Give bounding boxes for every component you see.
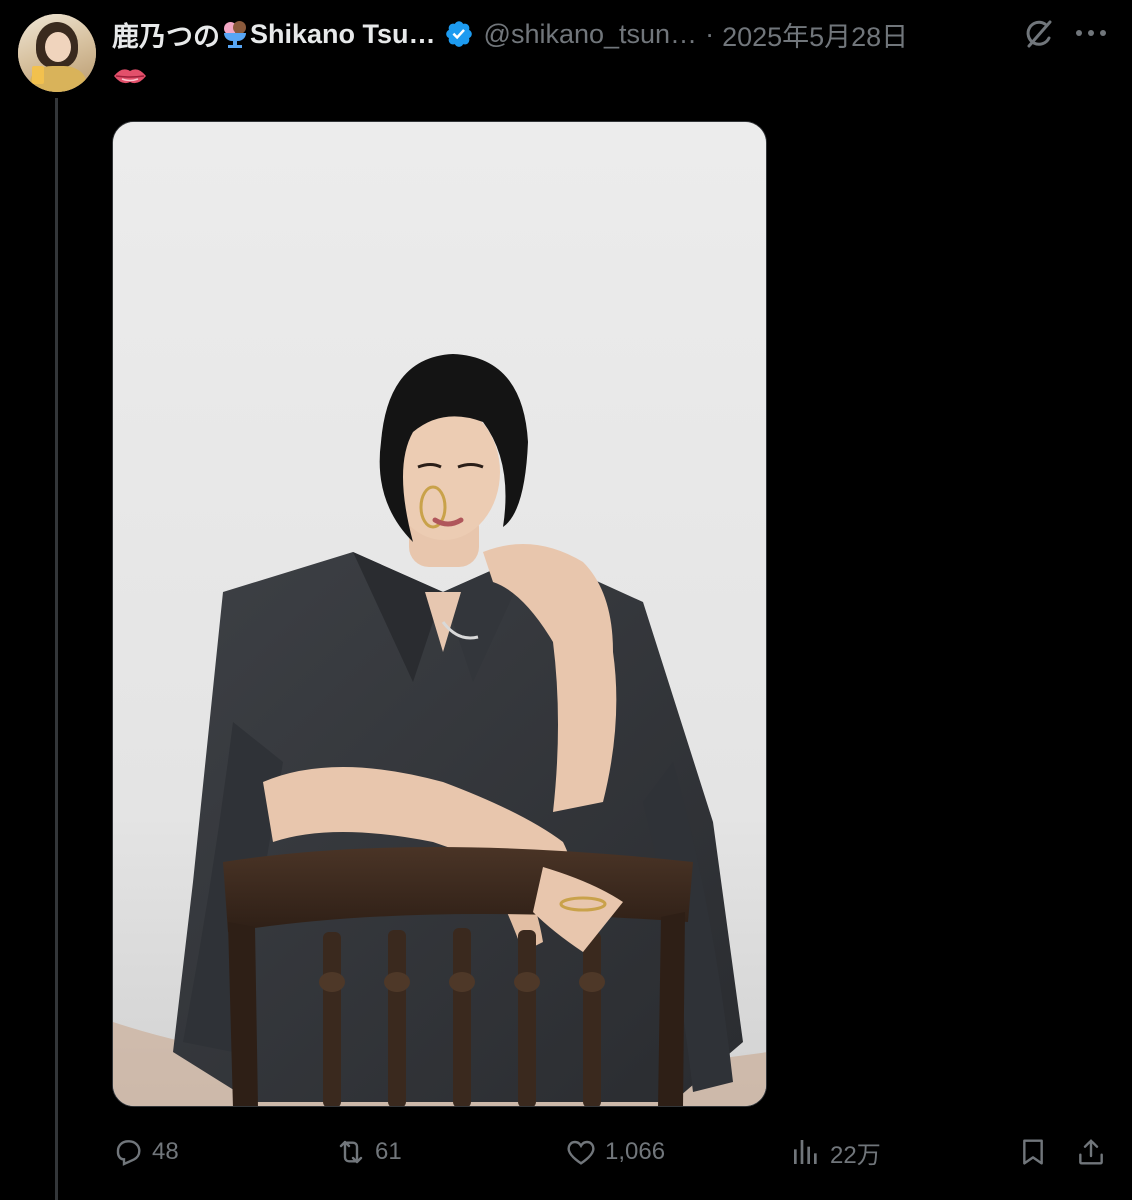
share-icon [1079, 1139, 1103, 1165]
author-name-suffix[interactable]: Shikano Tsu… [250, 19, 436, 50]
author-handle[interactable]: @shikano_tsun… [484, 19, 698, 50]
retweet-icon [339, 1140, 363, 1164]
views-bar-chart-icon [794, 1140, 817, 1164]
bookmark-button[interactable] [1017, 1125, 1057, 1179]
like-button[interactable]: 1,066 [565, 1125, 665, 1179]
views-button[interactable]: 22万 [790, 1125, 881, 1179]
lips-emoji [114, 69, 146, 84]
reply-count: 48 [152, 1138, 179, 1165]
author-name[interactable]: 鹿乃つの [112, 15, 220, 54]
tweet-action-bar: 48 61 1,066 22万 [0, 1125, 1132, 1179]
heart-icon [567, 1140, 595, 1165]
views-count: 22万 [830, 1141, 881, 1169]
tweet-header: 鹿乃つの Shikano Tsu… @shikano_tsun… · 2025年… [112, 14, 1132, 54]
thread-connector-line [55, 98, 58, 1200]
tweet-media-photo[interactable] [112, 121, 767, 1107]
retweet-count: 61 [375, 1138, 402, 1165]
verified-badge-icon[interactable] [444, 19, 474, 49]
reply-button[interactable]: 48 [112, 1125, 179, 1179]
like-count: 1,066 [605, 1138, 666, 1165]
header-separator: · [705, 18, 715, 49]
tweet-date[interactable]: 2025年5月28日 [722, 15, 908, 54]
sundae-emoji-icon [222, 19, 248, 49]
retweet-button[interactable]: 61 [335, 1125, 402, 1179]
reply-icon [116, 1140, 141, 1166]
author-avatar[interactable] [18, 14, 96, 92]
share-button[interactable] [1075, 1125, 1115, 1179]
more-dots-icon[interactable] [1074, 26, 1108, 40]
bookmark-icon [1023, 1139, 1043, 1165]
grok-icon[interactable] [1023, 18, 1055, 50]
